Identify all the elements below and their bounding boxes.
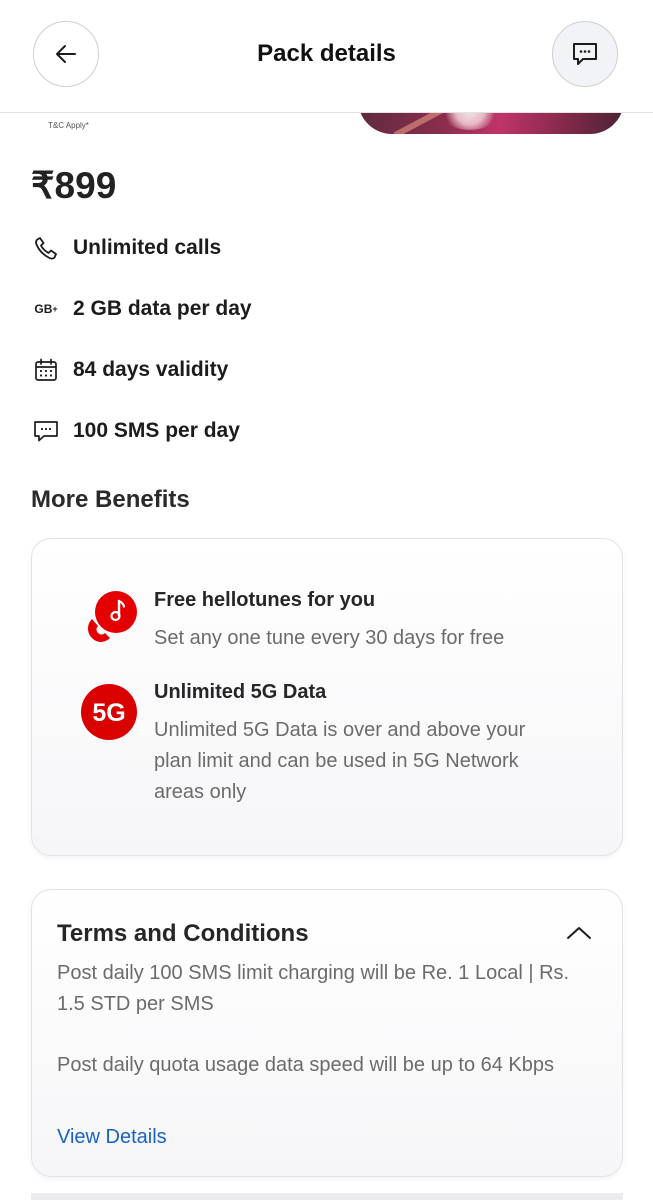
feature-label: 2 GB data per day (73, 297, 252, 320)
benefit-description: Set any one tune every 30 days for free (154, 627, 505, 649)
benefits-card: Free hellotunes for you Set any one tune… (31, 538, 623, 856)
chat-bubble-icon (573, 43, 597, 65)
phone-icon (31, 233, 61, 263)
sms-icon (31, 416, 61, 446)
app-header: Pack details (0, 0, 653, 113)
feature-calls: Unlimited calls (31, 233, 221, 263)
feature-label: 84 days validity (73, 358, 229, 381)
collapse-toggle[interactable] (564, 920, 594, 946)
terms-paragraph: Post daily quota usage data speed will b… (57, 1054, 555, 1076)
feature-validity: 84 days validity (31, 355, 228, 385)
more-benefits-heading: More Benefits (31, 486, 190, 513)
5g-icon: 5G (80, 683, 140, 743)
feature-sms: 100 SMS per day (31, 416, 240, 446)
next-card-edge (31, 1193, 623, 1200)
svg-text:5G: 5G (92, 699, 125, 727)
benefit-item-hellotunes[interactable]: Free hellotunes for you Set any one tune… (80, 589, 600, 653)
benefit-title: Free hellotunes for you (154, 589, 376, 611)
benefit-description: Unlimited 5G Data is over and above your… (154, 719, 526, 803)
chevron-up-icon (567, 927, 591, 939)
terms-paragraph: Post daily 100 SMS limit charging will b… (57, 962, 570, 1015)
feature-label: Unlimited calls (73, 236, 222, 259)
calendar-icon (31, 355, 61, 385)
chat-button[interactable] (552, 21, 618, 87)
hellotunes-icon (80, 589, 140, 649)
gb-data-icon: GB + (34, 302, 58, 316)
benefit-title: Unlimited 5G Data (154, 681, 327, 703)
feature-data: GB + 2 GB data per day (31, 294, 252, 324)
benefit-item-5g[interactable]: 5G Unlimited 5G Data Unlimited 5G Data i… (80, 681, 600, 811)
plan-price: ₹899 (31, 165, 117, 206)
terms-card: Terms and Conditions Post daily 100 SMS … (31, 889, 623, 1177)
banner-tnc-text: T&C Apply* (48, 121, 89, 130)
feature-label: 100 SMS per day (73, 419, 240, 442)
view-details-link[interactable]: View Details (57, 1126, 167, 1149)
terms-heading: Terms and Conditions (57, 920, 309, 947)
